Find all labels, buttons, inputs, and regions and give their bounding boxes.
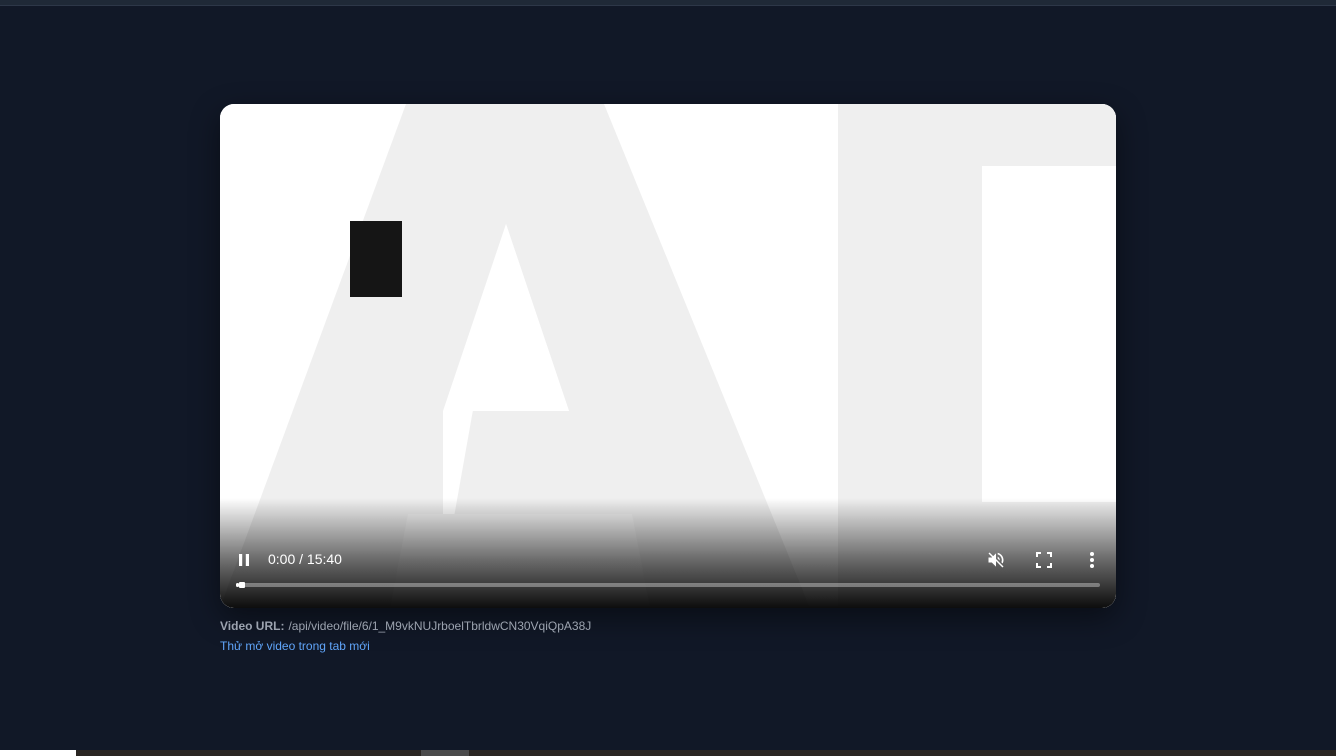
fullscreen-button[interactable] [1032, 548, 1056, 572]
unmute-button[interactable] [984, 548, 1008, 572]
video-url-label: Video URL: [220, 619, 285, 633]
video-info: Video URL:/api/video/file/6/1_M9vkNUJrbo… [220, 616, 591, 656]
taskbar-segment [0, 750, 76, 756]
fullscreen-icon [1036, 552, 1052, 568]
pause-button[interactable] [232, 548, 256, 572]
top-strip [0, 0, 1336, 6]
volume-muted-icon [988, 552, 1004, 568]
progress-bar[interactable] [236, 582, 1100, 588]
time-display: 0:00 / 15:40 [268, 551, 342, 567]
video-url-row: Video URL:/api/video/file/6/1_M9vkNUJrbo… [220, 616, 591, 636]
more-vertical-icon [1090, 552, 1094, 568]
video-player[interactable]: 0:00 / 15:40 [220, 104, 1116, 608]
video-url-value: /api/video/file/6/1_M9vkNUJrboelTbrldwCN… [288, 619, 592, 633]
controls-overlay [220, 498, 1116, 608]
taskbar-strip [0, 750, 1336, 756]
open-in-new-tab-link[interactable]: Thử mở video trong tab mới [220, 636, 591, 656]
pause-icon [239, 554, 249, 566]
more-options-button[interactable] [1080, 548, 1104, 572]
taskbar-segment [421, 750, 469, 756]
progress-thumb[interactable] [239, 582, 246, 588]
